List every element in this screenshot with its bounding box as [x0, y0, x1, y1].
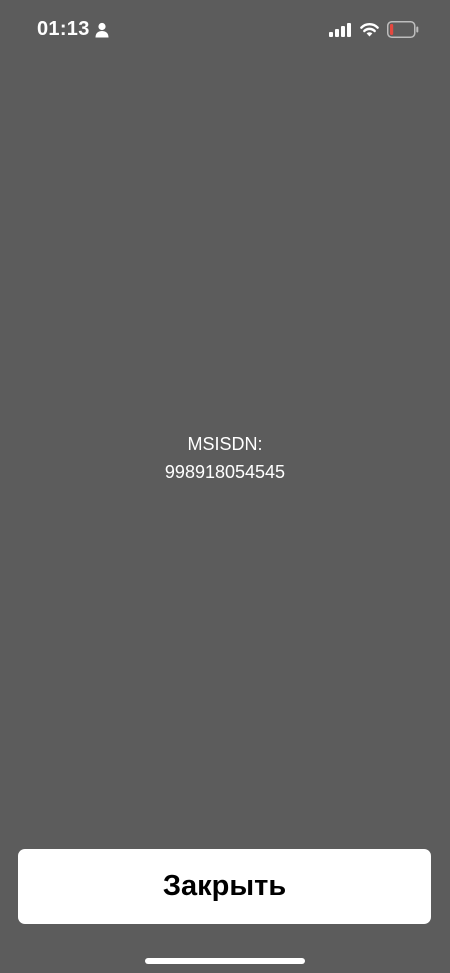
close-button[interactable]: Закрыть [18, 849, 431, 924]
msisdn-label: MSISDN: [187, 434, 263, 454]
wifi-icon [360, 23, 379, 37]
person-icon [95, 22, 109, 38]
cellular-signal-icon [329, 23, 351, 37]
msisdn-value: 998918054545 [164, 462, 286, 482]
status-bar: 01:13 [0, 0, 450, 60]
msisdn-info: MSISDN: 998918054545 [0, 430, 450, 486]
status-time: 01:13 [37, 18, 90, 40]
home-indicator[interactable] [145, 958, 305, 964]
screen: 01:13 MSISDN: 998918054545 Закрыть [0, 0, 450, 973]
battery-low-icon [387, 21, 419, 38]
